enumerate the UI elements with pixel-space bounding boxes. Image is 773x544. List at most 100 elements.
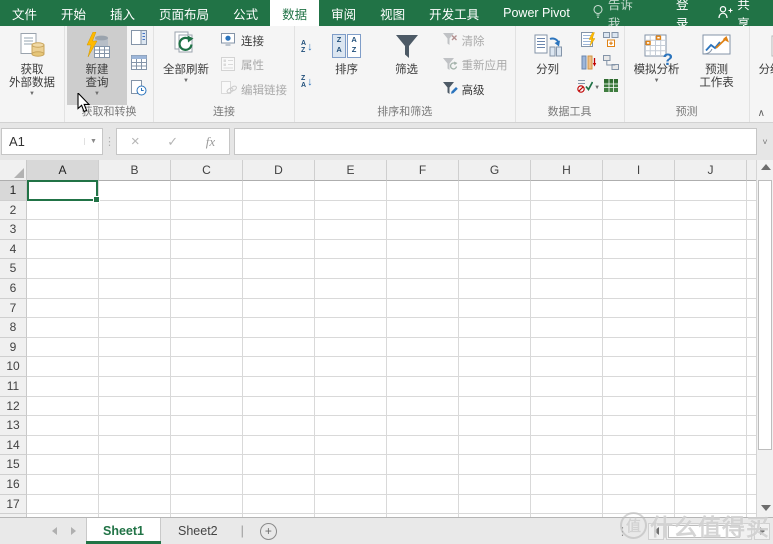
cell[interactable] [243,357,315,377]
formula-bar-splitter[interactable]: ⋮ [103,135,116,148]
cell[interactable] [675,455,747,475]
cell[interactable] [531,259,603,279]
cell[interactable] [243,299,315,319]
cell-partial[interactable] [747,416,756,436]
menu-tab[interactable]: 页面布局 [147,0,221,26]
cell[interactable] [603,299,675,319]
cell[interactable] [315,436,387,456]
menu-tab[interactable]: 视图 [368,0,417,26]
cell[interactable] [387,318,459,338]
vertical-scroll-thumb[interactable] [758,180,772,450]
forecast-sheet-button[interactable]: 预测 工作表 [687,26,747,105]
cell[interactable] [531,397,603,417]
sort-ascending-button[interactable]: AZ↓ [299,37,315,57]
cell[interactable] [675,397,747,417]
cell[interactable] [315,455,387,475]
cell-partial[interactable] [747,475,756,495]
cell[interactable] [99,240,171,260]
cell[interactable] [243,436,315,456]
row-header[interactable]: 1 [0,181,27,201]
row-header[interactable]: 17 [0,495,27,515]
cell-partial[interactable] [747,259,756,279]
formula-input[interactable] [234,128,757,155]
cell[interactable] [675,436,747,456]
tab-scrollbar-splitter[interactable]: ⋮ [617,518,648,544]
new-query-button[interactable]: 新建 查询 ▼ [67,26,127,105]
cell[interactable] [459,495,531,515]
horizontal-scroll-thumb[interactable] [668,525,740,538]
row-header[interactable]: 3 [0,220,27,240]
cell[interactable] [243,377,315,397]
cell[interactable] [315,475,387,495]
cell[interactable] [99,338,171,358]
cell[interactable] [171,240,243,260]
recent-sources-button[interactable] [129,80,149,100]
scroll-down-icon[interactable] [761,505,771,511]
cell[interactable] [387,220,459,240]
cell[interactable] [531,357,603,377]
cell[interactable] [675,299,747,319]
cell[interactable] [459,318,531,338]
cell[interactable] [243,338,315,358]
cell-partial[interactable] [747,357,756,377]
cell[interactable] [675,259,747,279]
cell[interactable] [675,240,747,260]
cell[interactable] [675,338,747,358]
cell[interactable] [675,318,747,338]
cell[interactable] [387,201,459,221]
horizontal-scrollbar[interactable] [648,518,773,544]
row-header[interactable]: 7 [0,299,27,319]
cell[interactable] [459,259,531,279]
remove-duplicates-button[interactable] [581,55,597,75]
cell[interactable] [171,397,243,417]
cell[interactable] [459,299,531,319]
row-header[interactable]: 16 [0,475,27,495]
cell[interactable] [171,357,243,377]
cell[interactable] [243,475,315,495]
cell[interactable] [531,181,603,201]
cell[interactable] [243,181,315,201]
share-button[interactable]: 共享 [710,0,773,26]
row-header[interactable]: 11 [0,377,27,397]
cell[interactable] [387,377,459,397]
cell-partial[interactable] [747,377,756,397]
cell[interactable] [27,455,99,475]
cell[interactable] [603,397,675,417]
column-header[interactable]: F [387,160,459,181]
column-header[interactable]: D [243,160,315,181]
cell[interactable] [315,338,387,358]
cell[interactable] [171,259,243,279]
cell[interactable] [459,397,531,417]
cell[interactable] [459,240,531,260]
menu-tab[interactable]: 插入 [98,0,147,26]
cell[interactable] [603,338,675,358]
previous-sheet-icon[interactable] [52,527,57,535]
cell[interactable] [99,495,171,515]
cell[interactable] [603,318,675,338]
row-header[interactable]: 4 [0,240,27,260]
cell[interactable] [243,279,315,299]
cell[interactable] [387,338,459,358]
cell[interactable] [27,201,99,221]
insert-function-icon[interactable]: fx [206,134,215,150]
cell[interactable] [387,259,459,279]
cell[interactable] [531,338,603,358]
cell[interactable] [675,220,747,240]
cell[interactable] [315,259,387,279]
cell[interactable] [99,357,171,377]
row-header[interactable]: 14 [0,436,27,456]
cell[interactable] [99,397,171,417]
cell[interactable] [99,299,171,319]
cell[interactable] [459,220,531,240]
column-header[interactable]: A [27,160,99,181]
cell[interactable] [531,201,603,221]
cell[interactable] [315,279,387,299]
menu-tab[interactable]: Power Pivot [491,0,582,26]
cell[interactable] [603,181,675,201]
column-header[interactable]: C [171,160,243,181]
sort-descending-button[interactable]: ZA↓ [299,72,315,92]
cell[interactable] [675,416,747,436]
name-box[interactable]: A1 ▼ [1,128,103,155]
row-header[interactable]: 9 [0,338,27,358]
cell[interactable] [459,377,531,397]
